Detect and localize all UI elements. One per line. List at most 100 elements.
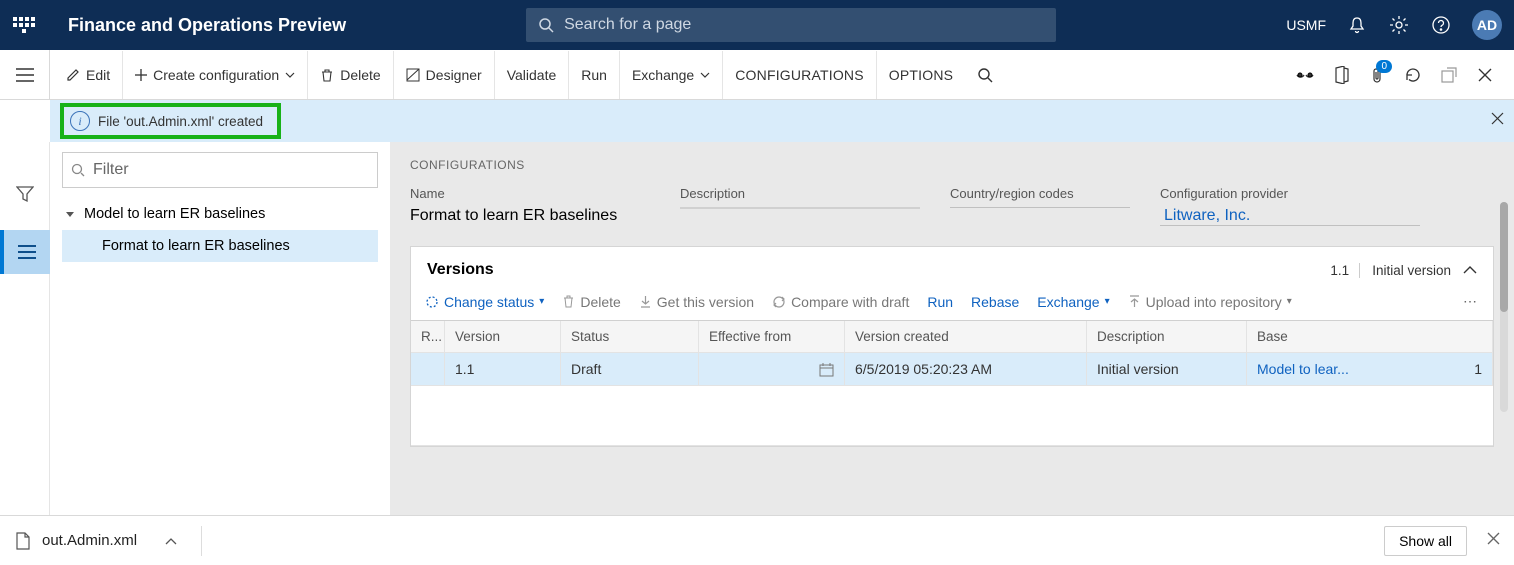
office-icon[interactable] <box>1330 64 1352 86</box>
versions-summary-number: 1.1 <box>1330 263 1360 278</box>
chevron-down-icon <box>700 72 710 78</box>
field-config-provider: Configuration provider Litware, Inc. <box>1160 186 1420 226</box>
change-status-button[interactable]: Change status▾ <box>425 294 544 310</box>
search-input[interactable]: Search for a page <box>526 8 1056 42</box>
rebase-button[interactable]: Rebase <box>971 294 1019 310</box>
gear-icon[interactable] <box>1388 14 1410 36</box>
info-icon: i <box>70 111 90 131</box>
versions-collapse-button[interactable] <box>1463 261 1477 279</box>
cell-description: Initial version <box>1087 353 1247 386</box>
edit-button[interactable]: Edit <box>54 51 123 99</box>
document-expand-button[interactable] <box>165 534 177 548</box>
bottom-close-button[interactable] <box>1487 532 1500 550</box>
cell-created: 6/5/2019 05:20:23 AM <box>845 353 1087 386</box>
nav-toggle-button[interactable] <box>0 50 50 100</box>
search-icon <box>538 17 554 33</box>
search-placeholder: Search for a page <box>564 16 691 34</box>
more-actions-button[interactable]: ⋯ <box>1463 293 1479 310</box>
company-code[interactable]: USMF <box>1286 17 1326 33</box>
tree-panel: Filter Model to learn ER baselines Forma… <box>50 142 390 515</box>
version-exchange-button[interactable]: Exchange▾ <box>1037 294 1109 310</box>
main-panel: CONFIGURATIONS Name Format to learn ER b… <box>390 142 1514 515</box>
col-created[interactable]: Version created <box>845 321 1087 353</box>
bottom-bar: out.Admin.xml Show all <box>0 515 1514 565</box>
attachments-icon[interactable]: 0 <box>1366 64 1388 86</box>
config-provider-link[interactable]: Litware, Inc. <box>1160 207 1420 226</box>
col-description[interactable]: Description <box>1087 321 1247 353</box>
app-launcher-icon[interactable] <box>12 13 36 37</box>
options-tab[interactable]: OPTIONS <box>877 51 965 99</box>
tree-item-child[interactable]: Format to learn ER baselines <box>62 230 378 262</box>
refresh-icon[interactable] <box>1402 64 1424 86</box>
field-description: Description <box>680 186 920 226</box>
app-header: Finance and Operations Preview Search fo… <box>0 0 1514 50</box>
filter-rail-button[interactable] <box>0 172 50 216</box>
left-rail <box>0 142 50 515</box>
tree-item-parent[interactable]: Model to learn ER baselines <box>62 198 378 230</box>
col-effective[interactable]: Effective from <box>699 321 845 353</box>
document-name[interactable]: out.Admin.xml <box>42 532 137 549</box>
funnel-icon <box>16 185 34 203</box>
col-version[interactable]: Version <box>445 321 561 353</box>
cell-effective[interactable] <box>699 353 845 386</box>
status-icon <box>425 295 439 309</box>
plus-icon <box>135 69 147 81</box>
versions-summary-title: Initial version <box>1360 263 1463 278</box>
base-link[interactable]: Model to lear... <box>1257 361 1349 377</box>
help-icon[interactable] <box>1430 14 1452 36</box>
bell-icon[interactable] <box>1346 14 1368 36</box>
grid-empty-space <box>411 386 1493 446</box>
description-input[interactable] <box>680 207 920 209</box>
config-tree: Model to learn ER baselines Format to le… <box>62 198 378 262</box>
info-message: File 'out.Admin.xml' created <box>98 114 263 129</box>
link-icon[interactable] <box>1294 64 1316 86</box>
trash-icon <box>562 295 575 308</box>
versions-grid: R... Version Status Effective from Versi… <box>411 320 1493 446</box>
list-icon <box>18 245 36 259</box>
grid-row[interactable]: 1.1 Draft 6/5/2019 05:20:23 AM Initial v… <box>411 353 1493 386</box>
exchange-button[interactable]: Exchange <box>620 51 723 99</box>
col-r[interactable]: R... <box>411 321 445 353</box>
country-region-input[interactable] <box>950 207 1130 208</box>
document-icon <box>14 532 32 550</box>
list-rail-button[interactable] <box>0 230 50 274</box>
chevron-down-icon <box>285 72 295 78</box>
versions-header: Versions 1.1 Initial version <box>411 247 1493 289</box>
compare-button[interactable]: Compare with draft <box>772 294 909 310</box>
field-name: Name Format to learn ER baselines <box>410 186 650 226</box>
fields-row: Name Format to learn ER baselines Descri… <box>410 186 1494 226</box>
field-label: Description <box>680 186 920 201</box>
col-status[interactable]: Status <box>561 321 699 353</box>
trash-icon <box>320 68 334 82</box>
avatar[interactable]: AD <box>1472 10 1502 40</box>
col-base[interactable]: Base <box>1247 321 1493 353</box>
chevron-up-icon <box>1463 266 1477 274</box>
close-icon[interactable] <box>1474 64 1496 86</box>
tree-filter-input[interactable]: Filter <box>62 152 378 188</box>
base-number: 1 <box>1474 361 1482 377</box>
get-version-button[interactable]: Get this version <box>639 294 754 310</box>
configurations-tab[interactable]: CONFIGURATIONS <box>723 51 877 99</box>
filter-icon <box>71 163 85 177</box>
info-close-button[interactable] <box>1491 112 1504 130</box>
version-delete-button[interactable]: Delete <box>562 294 620 310</box>
delete-button[interactable]: Delete <box>308 51 393 99</box>
validate-button[interactable]: Validate <box>495 51 570 99</box>
calendar-icon <box>819 362 834 377</box>
designer-button[interactable]: Designer <box>394 51 495 99</box>
attachments-badge: 0 <box>1376 60 1392 73</box>
version-run-button[interactable]: Run <box>927 294 953 310</box>
body: Filter Model to learn ER baselines Forma… <box>0 142 1514 515</box>
name-input[interactable]: Format to learn ER baselines <box>410 207 650 225</box>
show-all-button[interactable]: Show all <box>1384 526 1467 556</box>
field-label: Name <box>410 186 650 201</box>
run-button[interactable]: Run <box>569 51 620 99</box>
action-bar-row: Edit Create configuration Delete Designe… <box>0 50 1514 100</box>
popout-icon[interactable] <box>1438 64 1460 86</box>
scrollbar[interactable] <box>1500 202 1508 412</box>
pencil-icon <box>66 68 80 82</box>
upload-repo-button[interactable]: Upload into repository▾ <box>1128 294 1292 310</box>
create-configuration-button[interactable]: Create configuration <box>123 51 308 99</box>
action-search-button[interactable] <box>965 51 1005 99</box>
grid-header: R... Version Status Effective from Versi… <box>411 321 1493 353</box>
